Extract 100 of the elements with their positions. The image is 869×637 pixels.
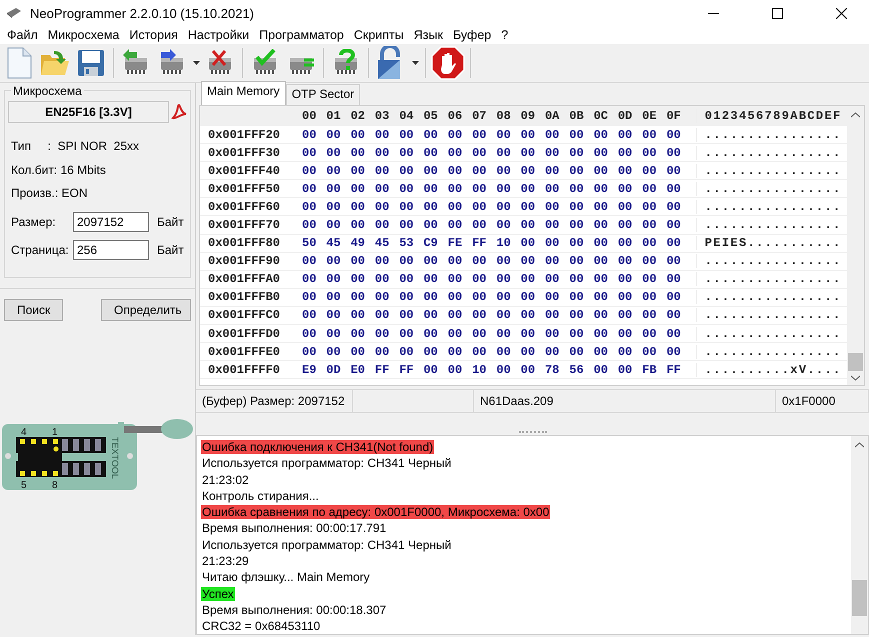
byte-cell-text: 78 (544, 362, 560, 377)
byte-cell-text: 49 (350, 236, 366, 250)
app-icon (6, 7, 22, 19)
status-cell: N61Daas.209 (474, 390, 776, 412)
byte-cell-text: 00 (399, 326, 415, 341)
byte-cell-text: 00 (399, 146, 415, 160)
column-header: 03 (374, 108, 390, 122)
byte-cell-text: 00 (666, 200, 682, 214)
menu-item[interactable]: Микросхема (44, 28, 126, 42)
byte-cell-text: 00 (326, 272, 342, 286)
byte-cell-text: 00 (399, 344, 415, 359)
scrollbar[interactable] (847, 106, 864, 385)
byte-cell-text: 00 (569, 344, 585, 359)
byte-cell-text: 00 (496, 272, 512, 286)
byte-cell-text: 00 (302, 272, 318, 286)
byte-cell-text: 00 (618, 272, 634, 286)
byte-cell-text: 00 (399, 272, 415, 286)
byte-cell-text: 00 (618, 326, 634, 341)
detect-button[interactable]: Определить (101, 299, 191, 321)
byte-cell-text: 00 (423, 254, 439, 268)
byte-cell-text: FF (472, 236, 488, 250)
scroll-thumb[interactable] (852, 580, 867, 616)
byte-cell-text: 00 (666, 308, 682, 322)
byte-cell-text: 00 (302, 218, 318, 232)
byte-cell-text: 00 (520, 362, 536, 377)
search-button[interactable]: Поиск (4, 299, 64, 321)
byte-cell-text: 00 (520, 146, 536, 160)
byte-cell-text: 00 (544, 146, 560, 160)
byte-cell-text: 00 (618, 344, 634, 359)
byte-cell-text: 00 (496, 254, 512, 268)
byte-cell-text: 00 (618, 362, 634, 377)
byte-cell-text: 00 (520, 200, 536, 214)
byte-cell-text: 00 (472, 146, 488, 160)
tab[interactable]: Main Memory (201, 81, 286, 105)
menu-item[interactable]: Буфер (450, 28, 498, 42)
byte-cell-text: 00 (569, 290, 585, 304)
menu-item[interactable]: Скрипты (350, 28, 411, 42)
byte-cell-text: 00 (472, 164, 488, 178)
menu-item[interactable]: Настройки (184, 28, 256, 42)
byte-cell-text: 00 (326, 164, 342, 178)
column-header: 09 (520, 108, 536, 122)
dropdown-arrow-icon[interactable] (412, 61, 418, 65)
byte-cell-text: 00 (642, 164, 658, 178)
byte-cell-text: 00 (544, 290, 560, 304)
input-field[interactable]: 256 (73, 240, 149, 260)
scroll-up-icon[interactable] (855, 442, 864, 448)
menu-item[interactable]: История (126, 28, 185, 42)
menu-item[interactable]: Язык (410, 28, 450, 42)
byte-cell-text: 00 (423, 326, 439, 341)
byte-cell-text: 00 (302, 164, 318, 178)
column-header: 06 (448, 108, 464, 122)
column-header: 04 (399, 108, 415, 122)
byte-cell-text: 00 (666, 146, 682, 160)
scroll-up-icon[interactable] (851, 112, 860, 118)
byte-cell-text: 00 (569, 128, 585, 142)
column-header: 0123456789ABCDEF (696, 108, 842, 122)
pdf-icon[interactable] (171, 104, 187, 120)
menu-item[interactable]: ? (498, 28, 516, 42)
input-field[interactable]: 2097152 (73, 212, 149, 232)
byte-cell-text: 00 (544, 182, 560, 196)
byte-cell-text: 00 (520, 128, 536, 142)
byte-cell-text: 00 (374, 308, 390, 322)
scroll-down-icon[interactable] (851, 375, 860, 381)
byte-cell-text: 00 (618, 236, 634, 250)
dropdown-arrow-icon[interactable] (192, 61, 200, 65)
byte-cell-text: 00 (642, 308, 658, 322)
byte-cell-text: 00 (544, 272, 560, 286)
stop-icon[interactable] (431, 46, 465, 80)
field-label: Размер: (11, 214, 57, 228)
byte-cell-text: 00 (594, 362, 609, 377)
byte-cell-text: 00 (326, 146, 342, 160)
byte-cell-text: 00 (496, 308, 512, 322)
menu-item[interactable]: Программатор (256, 28, 351, 42)
byte-cell-text: 00 (472, 200, 488, 214)
byte-cell-text: 00 (544, 326, 560, 341)
tab[interactable]: OTP Sector (286, 84, 360, 105)
ascii-cell: ................ (696, 146, 842, 160)
ascii-cell: ................ (696, 344, 842, 359)
byte-cell-text: 00 (326, 344, 342, 359)
open-folder-icon[interactable] (40, 49, 70, 77)
minimize-icon (708, 12, 718, 14)
address-cell-text: 0x001FFFC0 (207, 308, 282, 322)
scrollbar[interactable] (851, 436, 868, 634)
unit-label: Байт (157, 242, 184, 256)
group-title: Микросхема (11, 84, 84, 98)
byte-cell-text: 00 (569, 326, 585, 341)
byte-cell-text: 00 (399, 182, 415, 196)
save-icon[interactable] (77, 49, 105, 77)
byte-cell-text: 00 (666, 218, 682, 232)
chip-info-text: Тип : SPI NOR 25xx (11, 138, 140, 155)
scroll-thumb[interactable] (848, 353, 863, 371)
field-label: Страница: (11, 242, 70, 256)
menu-item[interactable]: Файл (4, 28, 45, 42)
byte-cell-text: 00 (520, 254, 536, 268)
byte-cell-text: 00 (642, 326, 658, 341)
byte-cell-text: 00 (350, 254, 366, 268)
byte-cell-text: 00 (302, 290, 318, 304)
maximize-icon (772, 8, 782, 18)
byte-cell-text: FF (374, 362, 390, 377)
byte-cell-text: 00 (496, 164, 512, 178)
